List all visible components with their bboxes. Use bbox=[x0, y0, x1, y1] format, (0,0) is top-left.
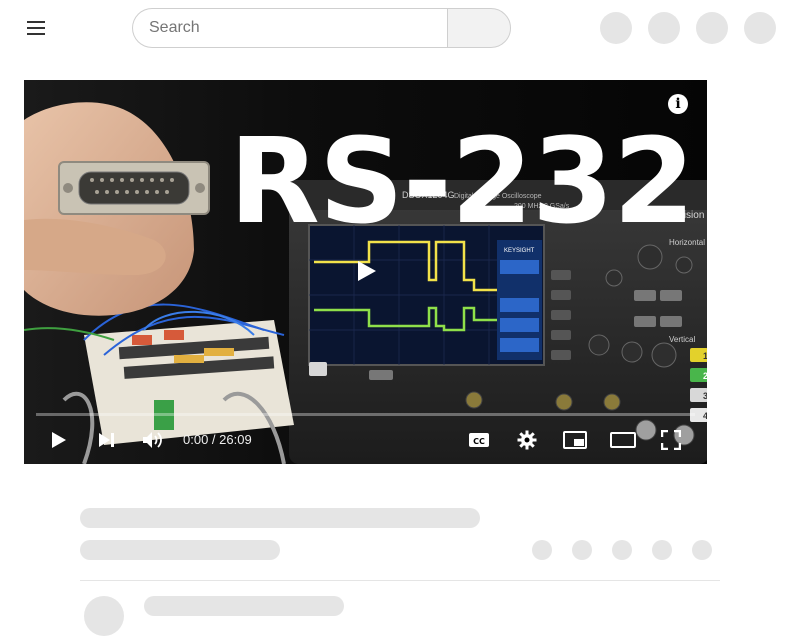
miniplayer-icon bbox=[563, 431, 587, 449]
fullscreen-button[interactable] bbox=[658, 426, 684, 454]
action-skeleton bbox=[572, 540, 592, 560]
masthead bbox=[0, 0, 800, 56]
theater-mode-button[interactable] bbox=[608, 426, 638, 454]
apps-button[interactable] bbox=[648, 12, 680, 44]
channel-3-label: 3 bbox=[703, 391, 707, 401]
info-icon[interactable]: i bbox=[668, 94, 688, 114]
play-button[interactable] bbox=[46, 426, 72, 454]
meta-skeleton bbox=[80, 540, 280, 560]
time-display: 0:00 / 26:09 bbox=[183, 432, 252, 447]
channel-name-skeleton bbox=[144, 596, 344, 616]
captions-button[interactable]: CC bbox=[466, 426, 492, 454]
thumbnail-title: RS-232 bbox=[229, 112, 695, 250]
next-button[interactable] bbox=[94, 426, 120, 454]
next-icon bbox=[99, 433, 114, 447]
divider bbox=[80, 580, 720, 581]
search-input[interactable] bbox=[132, 8, 448, 48]
settings-button[interactable] bbox=[514, 426, 540, 454]
title-skeleton bbox=[80, 508, 480, 528]
mute-button[interactable] bbox=[140, 426, 166, 454]
center-play-icon[interactable] bbox=[358, 261, 376, 281]
account-avatar[interactable] bbox=[744, 12, 776, 44]
progress-bar[interactable] bbox=[36, 413, 695, 416]
fullscreen-icon bbox=[661, 430, 681, 450]
video-player[interactable]: DSOX1204G Digital Storage Oscilloscope 2… bbox=[24, 80, 707, 464]
settings-icon bbox=[517, 430, 537, 450]
miniplayer-button[interactable] bbox=[562, 426, 588, 454]
theater-icon bbox=[610, 432, 636, 448]
action-skeleton bbox=[652, 540, 672, 560]
time-separator: / bbox=[208, 432, 220, 447]
channel-4-label: 4 bbox=[703, 411, 707, 421]
duration: 26:09 bbox=[219, 432, 252, 447]
notifications-button[interactable] bbox=[696, 12, 728, 44]
menu-icon[interactable] bbox=[24, 18, 48, 38]
search-button[interactable] bbox=[447, 8, 511, 48]
channel-avatar-skeleton bbox=[84, 596, 124, 636]
action-skeleton bbox=[692, 540, 712, 560]
channel-2-label: 2 bbox=[703, 371, 707, 381]
panel-vertical-label: Vertical bbox=[669, 335, 695, 344]
svg-text:CC: CC bbox=[473, 437, 485, 446]
volume-icon bbox=[143, 432, 162, 448]
play-icon bbox=[52, 432, 66, 448]
current-time: 0:00 bbox=[183, 432, 209, 447]
action-skeleton bbox=[612, 540, 632, 560]
action-skeleton bbox=[532, 540, 552, 560]
create-button[interactable] bbox=[600, 12, 632, 44]
cc-icon: CC bbox=[469, 433, 489, 447]
channel-1-label: 1 bbox=[703, 351, 707, 361]
